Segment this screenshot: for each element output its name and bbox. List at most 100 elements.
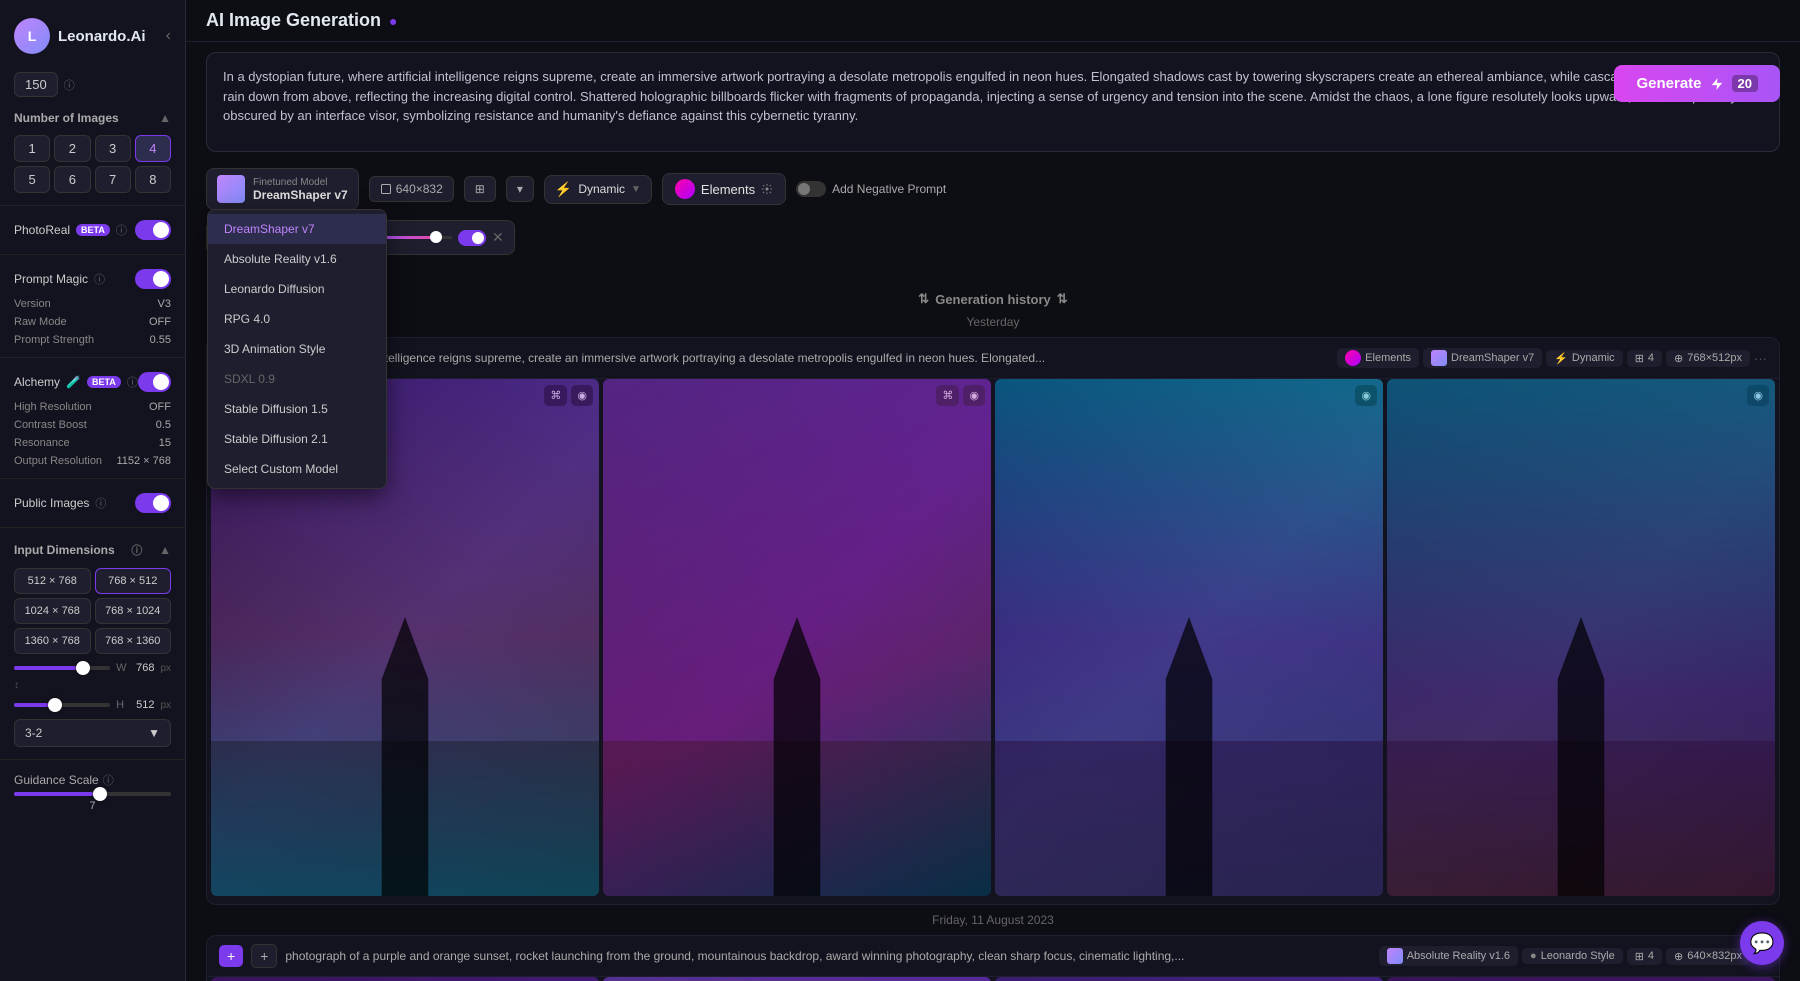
image-cell-1-4[interactable]: ◉ xyxy=(1387,379,1775,896)
prompt-textarea[interactable]: In a dystopian future, where artificial … xyxy=(206,52,1780,152)
model-dropdown: DreamShaper v7 Absolute Reality v1.6 Leo… xyxy=(207,209,387,489)
more-icon[interactable]: ··· xyxy=(1754,351,1767,366)
image-cell-1-3[interactable]: ◉ xyxy=(995,379,1383,896)
chat-support-button[interactable]: 💬 xyxy=(1740,921,1784,965)
resonance-value: 15 xyxy=(159,437,171,449)
photoreal-label: PhotoReal BETA ⓘ xyxy=(14,222,127,238)
back-button[interactable]: ‹ xyxy=(166,27,171,45)
token-count: 150 xyxy=(14,72,58,97)
hist-model2-label: Absolute Reality v1.6 xyxy=(1407,950,1510,962)
prompt-magic-info-icon[interactable]: ⓘ xyxy=(94,271,105,287)
hist-elements-label: Elements xyxy=(1365,352,1411,364)
photoreal-row: PhotoReal BETA ⓘ xyxy=(0,214,185,246)
photoreal-info-icon[interactable]: ⓘ xyxy=(116,222,127,238)
height-slider-track[interactable] xyxy=(14,703,110,707)
dim-768x1024[interactable]: 768 × 1024 xyxy=(95,598,172,624)
alchemy-info-icon[interactable]: ⓘ xyxy=(127,374,138,390)
image-cell-2-1[interactable]: ⌘ ◉ xyxy=(211,977,599,981)
dropdown-item-sd21[interactable]: Stable Diffusion 2.1 xyxy=(208,424,386,454)
width-unit: px xyxy=(160,663,171,674)
image-cell-2-3[interactable]: ◉ xyxy=(995,977,1383,981)
num-btn-2[interactable]: 2 xyxy=(54,135,90,162)
element1-weight-track[interactable] xyxy=(382,236,452,239)
image-eye-button-1-1[interactable]: ◉ xyxy=(571,385,593,406)
public-images-info-icon[interactable]: ⓘ xyxy=(95,495,106,511)
dropdown-item-3d[interactable]: 3D Animation Style xyxy=(208,334,386,364)
neg-prompt-mini-toggle[interactable] xyxy=(796,181,826,197)
guidance-scale-section: Guidance Scale ⓘ 7 xyxy=(0,768,185,816)
image-magic-button-1-2[interactable]: ⌘ xyxy=(936,385,959,406)
num-btn-7[interactable]: 7 xyxy=(95,166,131,193)
dropdown-item-rpg[interactable]: RPG 4.0 xyxy=(208,304,386,334)
prompt-magic-toggle[interactable] xyxy=(135,269,171,289)
element1-close-button[interactable]: ✕ xyxy=(492,229,504,246)
num-btn-5[interactable]: 5 xyxy=(14,166,50,193)
style-selector[interactable]: ⚡ Dynamic ▼ xyxy=(544,175,652,204)
dropdown-item-sd15[interactable]: Stable Diffusion 1.5 xyxy=(208,394,386,424)
image-eye-button-1-2[interactable]: ◉ xyxy=(963,385,985,406)
dropdown-item-custom[interactable]: Select Custom Model xyxy=(208,454,386,484)
image-cell-2-4[interactable]: ◉ xyxy=(1387,977,1775,981)
history-item-2: + + photograph of a purple and orange su… xyxy=(206,935,1780,981)
aspect-ratio-select[interactable]: 3-2 ▼ xyxy=(14,719,171,747)
alchemy-toggle[interactable] xyxy=(138,372,171,392)
guidance-scale-slider[interactable] xyxy=(14,792,171,796)
generate-label: Generate xyxy=(1636,75,1701,92)
elements-button[interactable]: Elements xyxy=(662,173,786,205)
history-item-2-add2-button[interactable]: + xyxy=(251,944,277,968)
dim-768x512[interactable]: 768 × 512 xyxy=(95,568,172,594)
number-of-images-header[interactable]: Number of Images ▲ xyxy=(0,105,185,131)
history-item-1: + + ...where artificial intelligence rei… xyxy=(206,337,1780,905)
model-selector[interactable]: Finetuned Model DreamShaper v7 DreamShap… xyxy=(206,168,359,210)
high-res-option: High Resolution OFF xyxy=(0,398,185,416)
history-item-2-add-button[interactable]: + xyxy=(219,945,243,967)
width-slider-track[interactable] xyxy=(14,666,110,670)
image-magic-button-1-1[interactable]: ⌘ xyxy=(544,385,567,406)
negative-prompt-toggle[interactable]: Add Negative Prompt xyxy=(796,181,946,197)
layout-icon-btn[interactable]: ⊞ xyxy=(464,176,496,202)
resolution-tag[interactable]: 640×832 xyxy=(369,176,454,202)
num-btn-1[interactable]: 1 xyxy=(14,135,50,162)
generate-button[interactable]: Generate 20 xyxy=(1614,65,1780,102)
dropdown-item-absolute[interactable]: Absolute Reality v1.6 xyxy=(208,244,386,274)
model-hist-icon xyxy=(1431,350,1447,366)
input-dimensions-header[interactable]: Input Dimensions ⓘ ▲ xyxy=(0,536,185,564)
num-btn-4[interactable]: 4 xyxy=(135,135,171,162)
help-icon[interactable]: ● xyxy=(389,13,397,29)
toolbar-row: Finetuned Model DreamShaper v7 DreamShap… xyxy=(186,162,1800,216)
token-info-icon[interactable]: ⓘ xyxy=(64,77,75,93)
dim-1360x768[interactable]: 1360 × 768 xyxy=(14,628,91,654)
dim-512x768[interactable]: 512 × 768 xyxy=(14,568,91,594)
dropdown-icon-btn[interactable]: ▾ xyxy=(506,176,534,202)
image-eye-button-1-4[interactable]: ◉ xyxy=(1747,385,1769,406)
num-btn-6[interactable]: 6 xyxy=(54,166,90,193)
image-cell-2-2[interactable]: ◉ xyxy=(603,977,991,981)
input-dimensions-info-icon[interactable]: ⓘ xyxy=(131,542,142,558)
dim-1024x768[interactable]: 1024 × 768 xyxy=(14,598,91,624)
image-actions-1-1: ⌘ ◉ xyxy=(544,385,593,406)
dropdown-item-dreamshaper[interactable]: DreamShaper v7 xyxy=(208,214,386,244)
dropdown-item-sdxl[interactable]: SDXL 0.9 xyxy=(208,364,386,394)
hist-tag-count: ⊞ 4 xyxy=(1627,350,1662,367)
public-images-label: Public Images ⓘ xyxy=(14,495,106,511)
guidance-scale-info-icon[interactable]: ⓘ xyxy=(103,772,114,788)
hist-tag-style: ⚡ Dynamic xyxy=(1546,350,1623,367)
history-item-1-header: + + ...where artificial intelligence rei… xyxy=(207,338,1779,379)
hist-tag-model2: Absolute Reality v1.6 xyxy=(1379,946,1518,966)
photoreal-toggle[interactable] xyxy=(135,220,171,240)
generation-history-label: Generation history xyxy=(935,292,1051,307)
version-option: Version V3 xyxy=(0,295,185,313)
element1-enable-toggle[interactable] xyxy=(458,230,486,246)
num-btn-3[interactable]: 3 xyxy=(95,135,131,162)
dim-768x1360[interactable]: 768 × 1360 xyxy=(95,628,172,654)
topbar: AI Image Generation ● xyxy=(186,0,1800,42)
raw-mode-option: Raw Mode OFF xyxy=(0,313,185,331)
dropdown-item-leonardo[interactable]: Leonardo Diffusion xyxy=(208,274,386,304)
num-btn-8[interactable]: 8 xyxy=(135,166,171,193)
image-eye-button-1-3[interactable]: ◉ xyxy=(1355,385,1377,406)
image-cell-1-2[interactable]: ⌘ ◉ xyxy=(603,379,991,896)
model-hist-icon2 xyxy=(1387,948,1403,964)
elements-hist-icon xyxy=(1345,350,1361,366)
public-images-toggle[interactable] xyxy=(135,493,171,513)
size-icon: ⊕ xyxy=(1674,352,1683,365)
